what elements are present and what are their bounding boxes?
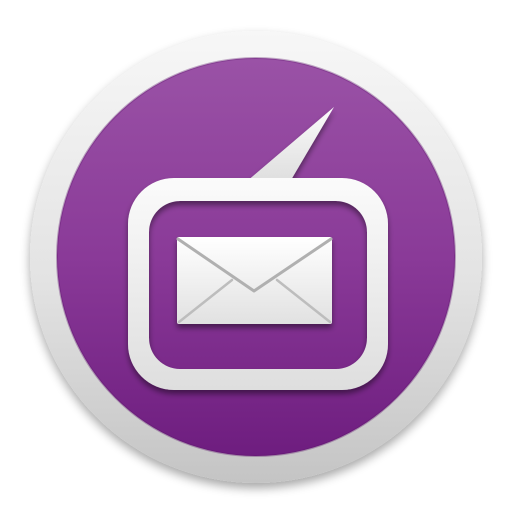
envelope-icon <box>176 237 333 324</box>
envelope-body <box>177 237 332 324</box>
mail-chat-app-icon[interactable] <box>0 0 512 512</box>
app-icon-stage <box>0 0 512 512</box>
